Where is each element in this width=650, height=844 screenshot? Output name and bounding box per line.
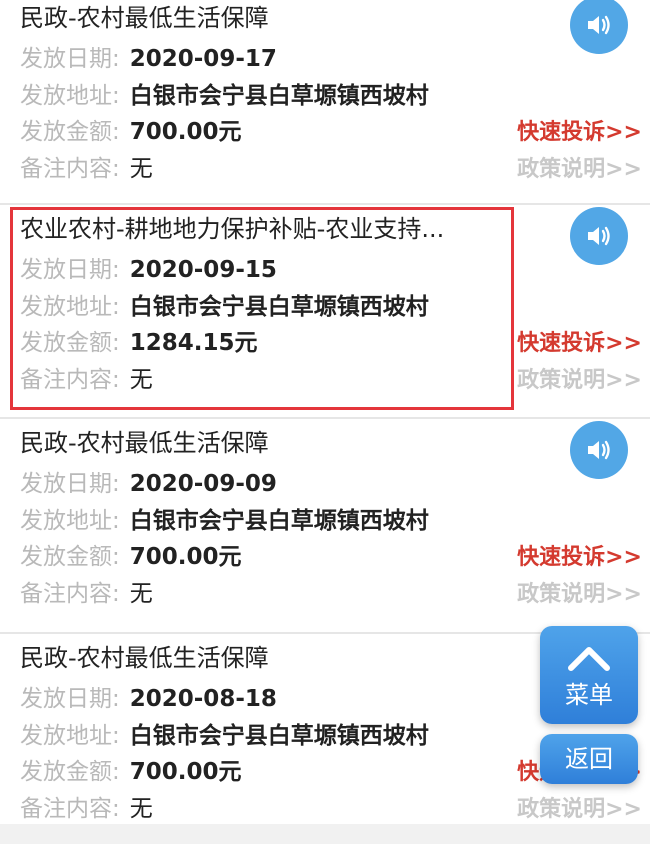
record-address-value: 白银市会宁县白草塬镇西坡村 [129,723,429,749]
menu-button[interactable]: 菜单 [540,626,638,724]
record-address-label: 发放地址: [20,508,120,534]
policy-info-link[interactable]: 政策说明>> [517,580,642,610]
record-remark-row: 备注内容: 无 [20,365,153,395]
record-remark-value: 无 [129,156,153,182]
record-date-value: 2020-09-09 [129,471,277,497]
speaker-icon[interactable] [570,207,628,265]
record-date-row: 发放日期: 2020-09-15 [20,255,277,285]
chevron-up-icon [540,642,638,676]
record-remark-value: 无 [129,796,153,822]
record-date-label: 发放日期: [20,686,120,712]
record-address-value: 白银市会宁县白草塬镇西坡村 [129,508,429,534]
record-amount-label: 发放金额: [20,119,120,145]
record-title[interactable]: 民政-农村最低生活保障 [20,2,490,34]
record-amount-label: 发放金额: [20,330,120,356]
record-remark-row: 备注内容: 无 [20,154,153,184]
record-remark-label: 备注内容: [20,796,120,822]
record-amount-row: 发放金额: 1284.15元 [20,328,258,358]
record-amount-row: 发放金额: 700.00元 [20,117,242,147]
record-card: 农业农村-耕地地力保护补贴-农业支持... 发放日期: 2020-09-15 发放地址… [0,205,650,415]
quick-complain-link[interactable]: 快速投诉>> [517,543,642,573]
speaker-icon[interactable] [570,0,628,54]
record-amount-row: 发放金额: 700.00元 [20,757,242,787]
record-amount-value: 700.00元 [129,544,242,570]
record-card: 民政-农村最低生活保障发放日期: 2020-09-17 发放地址: 白银市会宁县白草塬… [0,0,650,204]
record-date-value: 2020-09-17 [129,46,277,72]
record-remark-label: 备注内容: [20,581,120,607]
record-title[interactable]: 民政-农村最低生活保障 [20,427,490,459]
record-date-label: 发放日期: [20,471,120,497]
record-title[interactable]: 民政-农村最低生活保障 [20,642,490,674]
record-address-row: 发放地址: 白银市会宁县白草塬镇西坡村 [20,721,429,751]
record-address-label: 发放地址: [20,294,120,320]
bottom-bar [0,824,650,844]
record-remark-label: 备注内容: [20,156,120,182]
record-date-row: 发放日期: 2020-08-18 [20,684,277,714]
record-remark-row: 备注内容: 无 [20,794,153,824]
record-address-row: 发放地址: 白银市会宁县白草塬镇西坡村 [20,506,429,536]
policy-info-link[interactable]: 政策说明>> [517,795,642,825]
record-remark-row: 备注内容: 无 [20,579,153,609]
back-button[interactable]: 返回 [540,734,638,784]
record-date-row: 发放日期: 2020-09-09 [20,469,277,499]
record-amount-value: 700.00元 [129,759,242,785]
record-date-value: 2020-08-18 [129,686,277,712]
record-address-row: 发放地址: 白银市会宁县白草塬镇西坡村 [20,81,429,111]
record-date-row: 发放日期: 2020-09-17 [20,44,277,74]
record-address-value: 白银市会宁县白草塬镇西坡村 [129,294,429,320]
quick-complain-link[interactable]: 快速投诉>> [517,118,642,148]
record-card: 民政-农村最低生活保障发放日期: 2020-09-09 发放地址: 白银市会宁县白草塬… [0,419,650,629]
record-amount-value: 700.00元 [129,119,242,145]
record-address-value: 白银市会宁县白草塬镇西坡村 [129,83,429,109]
record-amount-row: 发放金额: 700.00元 [20,542,242,572]
speaker-icon[interactable] [570,421,628,479]
record-amount-label: 发放金额: [20,544,120,570]
record-address-label: 发放地址: [20,83,120,109]
policy-info-link[interactable]: 政策说明>> [517,155,642,185]
menu-label: 菜单 [565,681,613,709]
policy-info-link[interactable]: 政策说明>> [517,366,642,396]
record-title[interactable]: 农业农村-耕地地力保护补贴-农业支持... [20,213,490,245]
record-remark-value: 无 [129,367,153,393]
record-date-value: 2020-09-15 [129,257,277,283]
record-amount-value: 1284.15元 [129,330,258,356]
record-amount-label: 发放金额: [20,759,120,785]
record-address-row: 发放地址: 白银市会宁县白草塬镇西坡村 [20,292,429,322]
record-address-label: 发放地址: [20,723,120,749]
record-remark-label: 备注内容: [20,367,120,393]
record-remark-value: 无 [129,581,153,607]
record-date-label: 发放日期: [20,46,120,72]
record-date-label: 发放日期: [20,257,120,283]
quick-complain-link[interactable]: 快速投诉>> [517,329,642,359]
